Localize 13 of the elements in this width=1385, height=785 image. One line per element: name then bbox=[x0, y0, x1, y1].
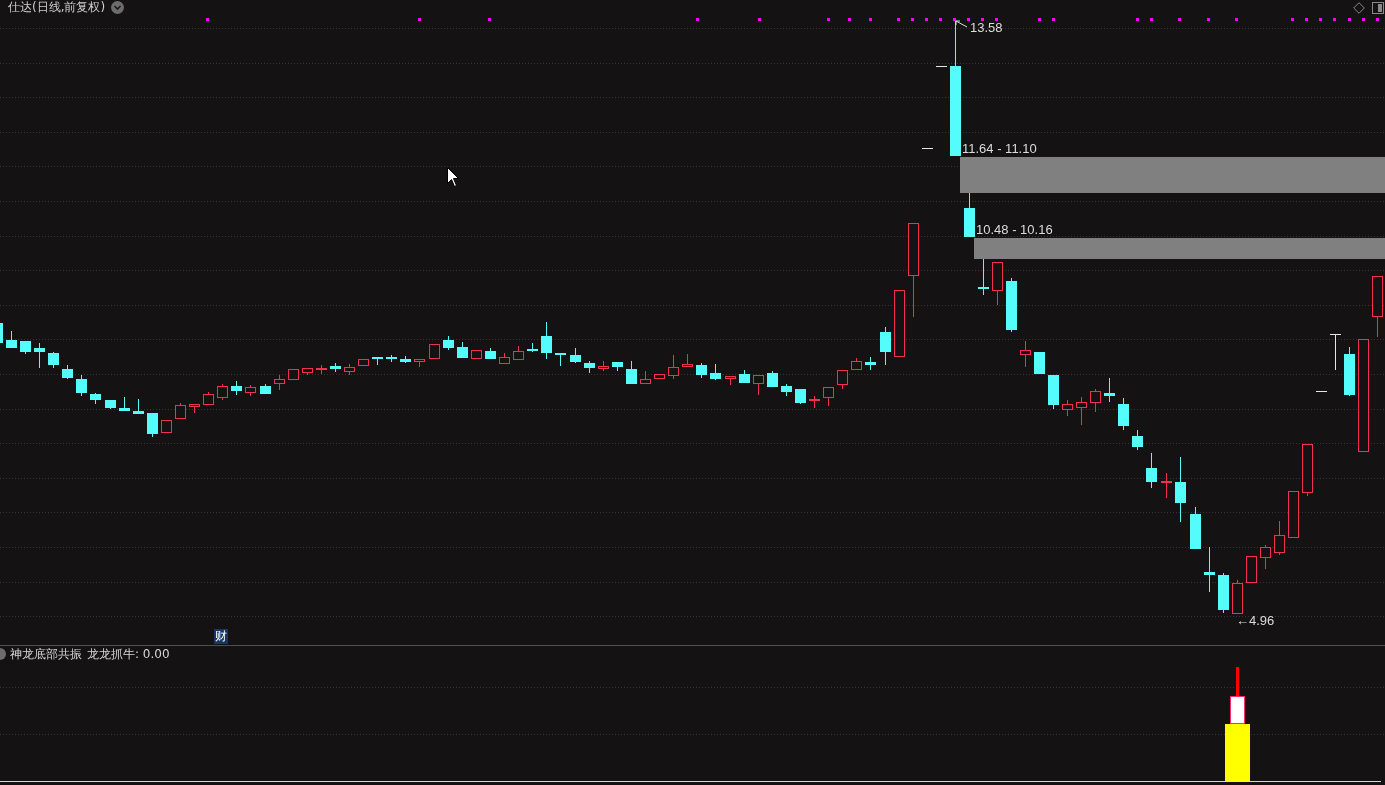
price-range-label: 11.64 - 11.10 bbox=[962, 141, 1037, 156]
finance-event-badge[interactable]: 财 bbox=[214, 629, 228, 644]
indicator-reading: 龙龙抓牛: 0.00 bbox=[87, 645, 170, 663]
indicator-name: 神龙底部共振 bbox=[10, 645, 82, 663]
low-price-label: ←4.96 bbox=[1236, 613, 1275, 628]
high-price-label: 13.58 bbox=[970, 20, 1003, 35]
price-range-label: 10.48 - 10.16 bbox=[976, 222, 1053, 237]
chart-title: 仕达(日线,前复权) bbox=[8, 0, 106, 16]
panel-icon[interactable] bbox=[1372, 2, 1384, 14]
cursor-icon bbox=[447, 167, 459, 187]
diamond-icon[interactable] bbox=[1353, 2, 1365, 14]
dropdown-icon[interactable] bbox=[111, 1, 125, 14]
arrow-icon bbox=[955, 20, 968, 28]
